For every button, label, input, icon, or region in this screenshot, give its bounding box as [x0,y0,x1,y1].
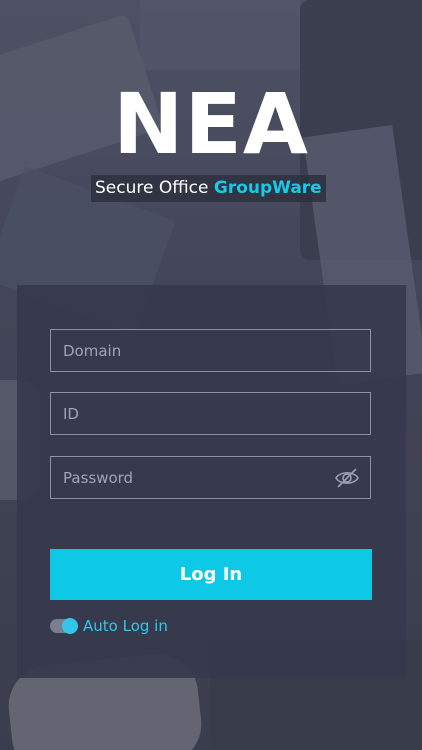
domain-field-box [50,329,371,372]
login-panel: Log In Auto Log in [17,285,406,678]
app-tagline: Secure Office GroupWare [91,175,326,202]
tagline-prefix: Secure Office [95,178,209,198]
password-input[interactable] [51,457,370,498]
id-input[interactable] [51,393,370,434]
auto-login-label[interactable]: Auto Log in [83,617,168,635]
domain-input[interactable] [51,330,370,371]
toggle-switch-icon[interactable] [50,618,78,634]
app-logo: NEA [113,75,309,173]
auto-login-toggle[interactable]: Auto Log in [50,614,168,638]
id-field-box [50,392,371,435]
login-button[interactable]: Log In [50,549,372,600]
tagline-accent: GroupWare [213,178,322,198]
eye-off-icon[interactable] [334,467,360,489]
password-field-box [50,456,371,499]
